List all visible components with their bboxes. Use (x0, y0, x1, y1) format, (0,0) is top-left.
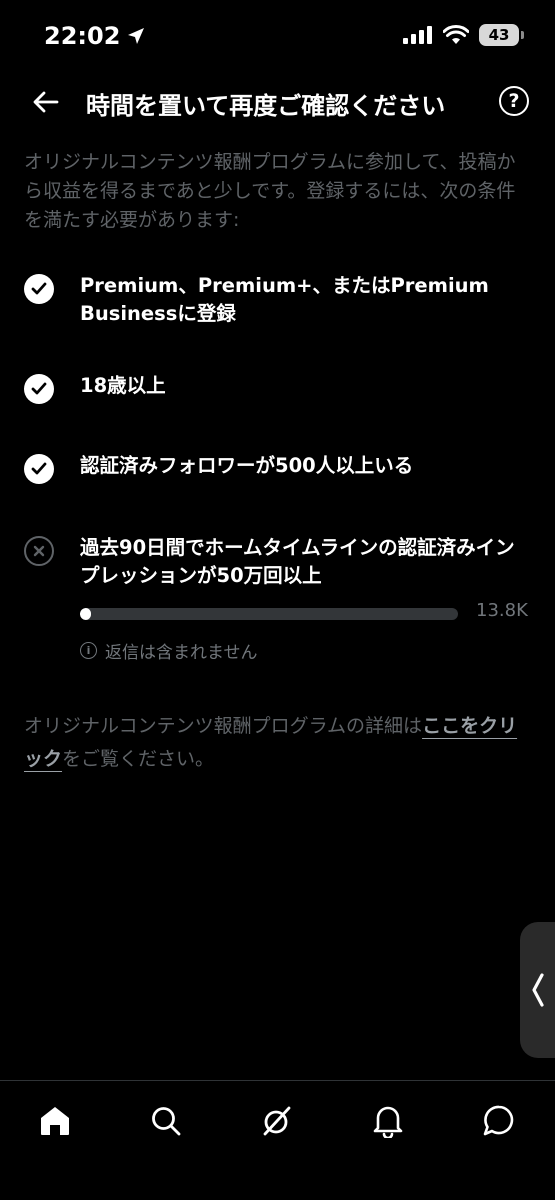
tab-home[interactable] (33, 1099, 77, 1143)
notifications-bell-icon (373, 1106, 403, 1138)
tab-notifications[interactable] (366, 1099, 410, 1143)
question-mark-icon: ? (508, 90, 520, 112)
details-text: オリジナルコンテンツ報酬プログラムの詳細はここをクリックをご覧ください。 (24, 710, 529, 776)
requirement-item: 過去90日間でホームタイムラインの認証済みインプレッションが50万回以上 13.… (24, 534, 534, 664)
tab-grok[interactable] (255, 1099, 299, 1143)
status-time: 22:02 (44, 22, 146, 50)
status-icons: 43 (403, 24, 524, 46)
battery-icon: 43 (479, 24, 524, 46)
location-arrow-icon (128, 28, 145, 44)
intro-text: オリジナルコンテンツ報酬プログラムに参加して、投稿から収益を得るまであと少しです… (24, 151, 516, 231)
details-text-after: をご覧ください。 (62, 748, 215, 770)
check-circle-icon (24, 454, 54, 484)
requirement-text: 認証済みフォロワーが500人以上いる (80, 454, 414, 477)
help-button[interactable]: ? (499, 86, 529, 116)
messages-icon (483, 1105, 514, 1136)
x-circle-icon (24, 536, 54, 566)
page: 22:02 43 時間を置いて再度ご確認ください ? オリジナルコンテンツ報酬プ… (0, 0, 555, 1200)
note-text: 返信は含まれません (105, 643, 258, 663)
arrow-left-icon (33, 91, 59, 113)
battery-level: 43 (488, 26, 510, 44)
details-text-before: オリジナルコンテンツ報酬プログラムの詳細は (24, 715, 423, 737)
chevron-left-icon (531, 973, 544, 1007)
page-title: 時間を置いて再度ご確認ください (86, 92, 446, 120)
requirement-item: Premium、Premium+、またはPremium Businessに登録 (24, 272, 534, 328)
check-circle-icon (24, 374, 54, 404)
requirement-item: 18歳以上 (24, 372, 534, 404)
cellular-signal-icon (403, 26, 432, 44)
status-bar: 22:02 43 (0, 0, 555, 72)
time-label: 22:02 (44, 22, 121, 50)
requirement-text: Premium、Premium+、またはPremium Businessに登録 (80, 274, 489, 325)
header: 時間を置いて再度ご確認ください ? (0, 72, 555, 132)
side-panel-handle[interactable] (520, 922, 555, 1058)
wifi-icon (443, 25, 469, 44)
impressions-progress-bar (80, 608, 458, 620)
requirement-item: 認証済みフォロワーが500人以上いる (24, 452, 534, 484)
tab-messages[interactable] (477, 1099, 521, 1143)
bottom-tab-bar (0, 1080, 555, 1200)
search-icon (152, 1107, 181, 1136)
progress-fill (80, 608, 91, 620)
grok-icon (263, 1106, 291, 1136)
info-icon: i (80, 642, 97, 659)
requirement-text: 18歳以上 (80, 374, 166, 397)
tab-search[interactable] (144, 1099, 188, 1143)
progress-note: i 返信は含まれません (80, 638, 258, 663)
progress-value: 13.8K (476, 600, 528, 621)
home-icon (41, 1107, 69, 1135)
requirement-text: 過去90日間でホームタイムラインの認証済みインプレッションが50万回以上 (80, 536, 515, 587)
back-button[interactable] (30, 86, 62, 118)
check-circle-icon (24, 274, 54, 304)
